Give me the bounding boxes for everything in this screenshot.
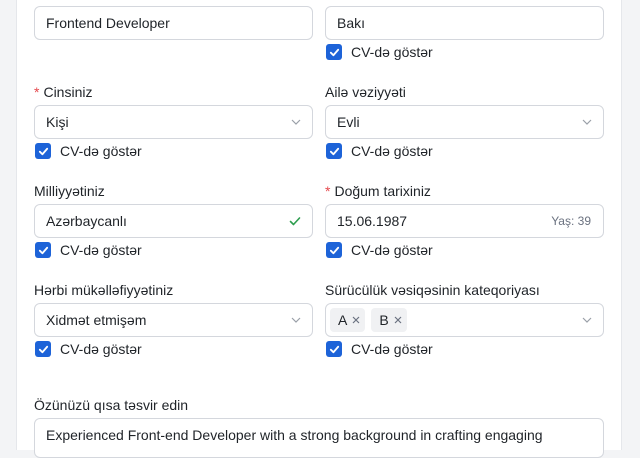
required-marker: * [325, 183, 331, 199]
military-value: Xidmət etmişəm [46, 312, 147, 328]
military-show-in-cv[interactable]: CV-də göstər [34, 339, 142, 359]
birth-date-input[interactable]: 15.06.1987 Yaş: 39 [325, 204, 604, 238]
remove-tag-icon[interactable] [352, 316, 360, 324]
profile-form-card: Frontend Developer Bakı CV-də göstər * Ci… [16, 0, 622, 458]
about-label: Özünüzü qısa təsvir edin [34, 397, 189, 413]
gender-select[interactable]: Kişi [34, 105, 313, 139]
required-marker: * [34, 84, 40, 100]
chevron-down-icon [291, 317, 301, 323]
marital-label: Ailə vəziyyəti [325, 84, 406, 100]
marital-show-in-cv[interactable]: CV-də göstər [325, 141, 433, 161]
gender-show-in-cv[interactable]: CV-də göstər [34, 141, 142, 161]
city-input[interactable]: Bakı [325, 6, 604, 40]
checkbox-label: CV-də göstər [351, 44, 433, 60]
checkbox-checked-icon[interactable] [326, 143, 342, 159]
checkbox-label: CV-də göstər [351, 341, 433, 357]
checkbox-label: CV-də göstər [351, 242, 433, 258]
about-textarea[interactable]: Experienced Front-end Developer with a s… [34, 418, 604, 458]
nationality-show-in-cv[interactable]: CV-də göstər [34, 240, 142, 260]
nationality-input[interactable]: Azərbaycanlı [34, 204, 313, 238]
checkbox-checked-icon[interactable] [326, 44, 342, 60]
nationality-value: Azərbaycanlı [46, 213, 127, 229]
position-input[interactable]: Frontend Developer [34, 6, 313, 40]
marital-value: Evli [337, 114, 360, 130]
license-tag-a: A [330, 308, 366, 332]
chevron-down-icon [582, 317, 592, 323]
birth-field: * Doğum tarixiniz [325, 182, 431, 200]
license-field: Sürücülük vəsiqəsinin kateqoriyası [325, 281, 540, 299]
age-display: Yaş: 39 [551, 214, 591, 228]
birth-value: 15.06.1987 [337, 213, 408, 229]
gender-value: Kişi [46, 114, 69, 130]
military-field: Hərbi mükəlləfiyyətiniz [34, 281, 173, 299]
checkbox-label: CV-də göstər [60, 341, 142, 357]
license-show-in-cv[interactable]: CV-də göstər [325, 339, 433, 359]
remove-tag-icon[interactable] [394, 316, 402, 324]
chevron-down-icon [291, 119, 301, 125]
marital-select[interactable]: Evli [325, 105, 604, 139]
checkbox-checked-icon[interactable] [35, 341, 51, 357]
marital-field: Ailə vəziyyəti [325, 83, 406, 101]
checkbox-checked-icon[interactable] [326, 242, 342, 258]
checkbox-checked-icon[interactable] [326, 341, 342, 357]
chevron-down-icon [582, 119, 592, 125]
gender-label: * Cinsiniz [34, 84, 93, 100]
license-multiselect[interactable]: A B [325, 303, 604, 337]
license-label: Sürücülük vəsiqəsinin kateqoriyası [325, 282, 540, 298]
checkbox-label: CV-də göstər [60, 242, 142, 258]
license-tag-b: B [371, 308, 407, 332]
checkbox-label: CV-də göstər [351, 143, 433, 159]
checkbox-checked-icon[interactable] [35, 242, 51, 258]
military-select[interactable]: Xidmət etmişəm [34, 303, 313, 337]
nationality-field: Milliyyətiniz [34, 182, 105, 200]
birth-label: * Doğum tarixiniz [325, 183, 431, 199]
city-value: Bakı [337, 15, 366, 31]
gender-field: * Cinsiniz [34, 83, 92, 101]
checkbox-label: CV-də göstər [60, 143, 142, 159]
nationality-label: Milliyyətiniz [34, 183, 105, 199]
birth-show-in-cv[interactable]: CV-də göstər [325, 240, 433, 260]
military-label: Hərbi mükəlləfiyyətiniz [34, 282, 174, 298]
position-value: Frontend Developer [46, 15, 170, 31]
city-show-in-cv[interactable]: CV-də göstər [325, 42, 433, 62]
checkbox-checked-icon[interactable] [35, 143, 51, 159]
valid-check-icon [289, 217, 301, 226]
